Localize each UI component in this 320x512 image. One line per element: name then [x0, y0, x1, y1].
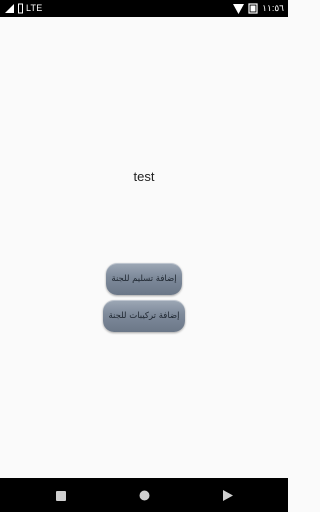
- home-icon: [139, 486, 150, 505]
- clock: ١١:٥٦: [262, 3, 284, 13]
- app-screen: LTE ١١:٥٦ test إضافة تسليم للجنة إضافة ت…: [0, 0, 288, 512]
- main-label: test: [133, 169, 155, 184]
- back-icon: [223, 486, 233, 505]
- sim-icon: [18, 3, 23, 14]
- add-delivery-to-committee-button[interactable]: إضافة تسليم للجنة: [106, 263, 182, 295]
- back-button[interactable]: [208, 478, 248, 512]
- status-left-group: LTE: [4, 2, 42, 15]
- recent-apps-button[interactable]: [41, 478, 81, 512]
- network-type-label: LTE: [26, 3, 43, 13]
- add-installations-to-committee-button[interactable]: إضافة تركيبات للجنة: [103, 300, 185, 332]
- navigation-bar: [0, 478, 288, 512]
- status-right-group: ١١:٥٦: [233, 2, 284, 15]
- status-bar: LTE ١١:٥٦: [0, 0, 288, 17]
- signal-icon: [4, 3, 15, 14]
- recent-apps-icon: [56, 486, 66, 505]
- battery-icon: [248, 3, 258, 14]
- wifi-icon: [233, 3, 245, 14]
- home-button[interactable]: [124, 478, 164, 512]
